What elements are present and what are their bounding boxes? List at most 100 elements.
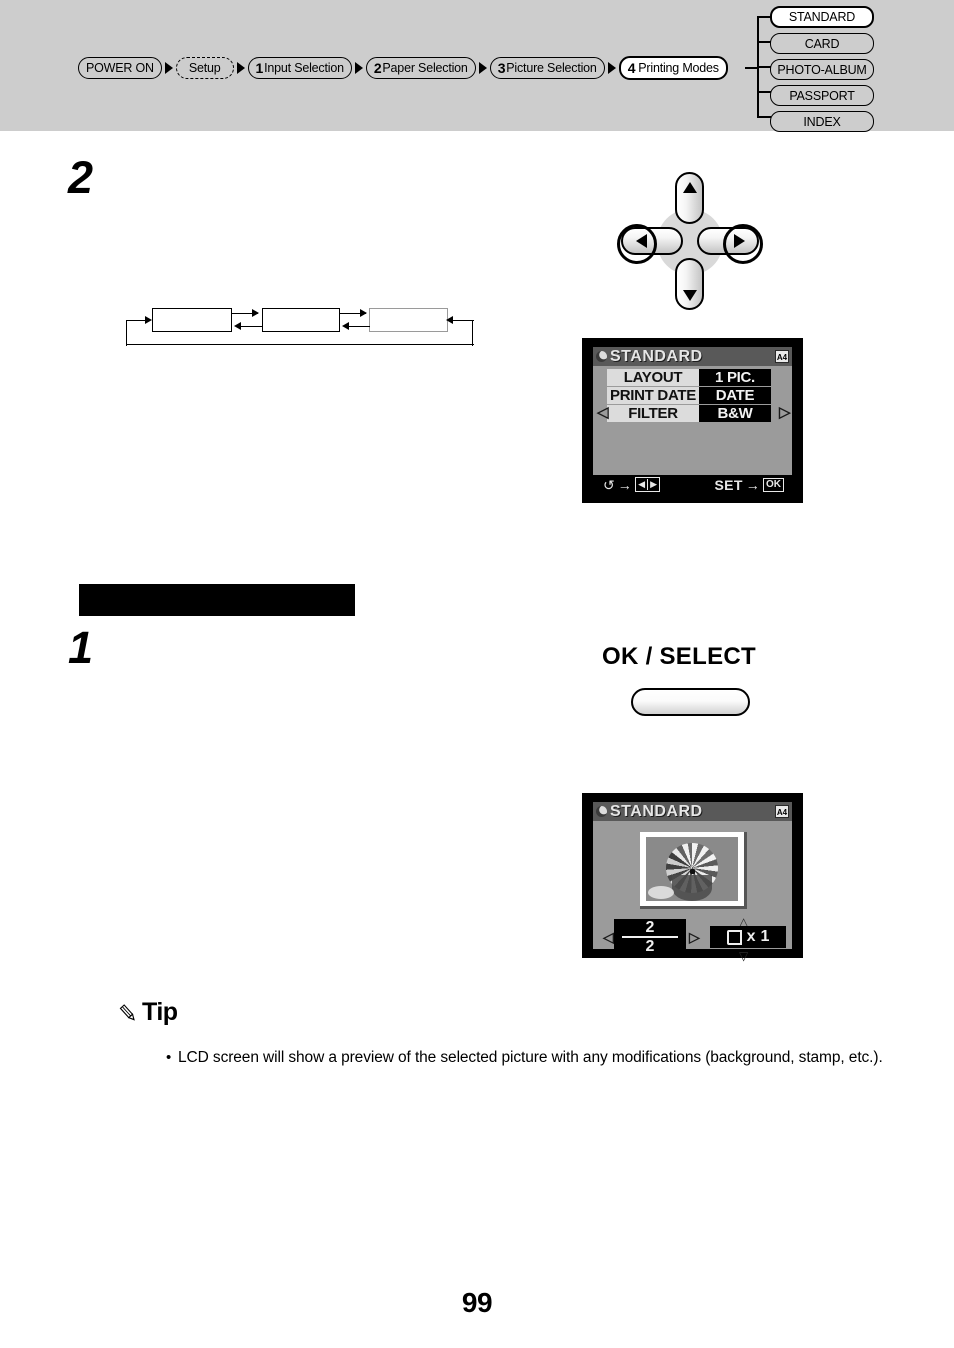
mode-item-standard[interactable]: STANDARD <box>770 6 874 28</box>
breadcrumb-item-picture-selection[interactable]: 3 Picture Selection <box>489 57 605 79</box>
mode-indicator-icon <box>596 806 607 817</box>
tree-connector-stub <box>757 66 771 68</box>
menu-row-value: DATE <box>699 387 773 404</box>
tip-heading: Tip <box>118 998 178 1027</box>
print-copies-icon <box>726 929 742 945</box>
lcd-screen-preview: STANDARD A4 ◁ ▷ 2 2 △ ▽ x 1 <box>582 793 803 962</box>
menu-row-label: FILTER <box>607 405 699 422</box>
breadcrumb-label: Paper Selection <box>382 60 468 75</box>
copies-counter: x 1 <box>710 926 786 948</box>
directional-pad <box>605 170 775 315</box>
breadcrumb-label: Input Selection <box>264 60 344 75</box>
ok-select-button[interactable] <box>631 688 750 716</box>
triangle-up-icon <box>682 181 697 193</box>
picture-counter: 2 2 <box>614 919 686 955</box>
mode-item-photo-album[interactable]: PHOTO-ALBUM <box>770 59 874 80</box>
menu-next-caret-icon[interactable]: ▷ <box>779 405 791 420</box>
tip-body: • LCD screen will show a preview of the … <box>166 1047 890 1068</box>
printing-mode-list: STANDARD CARD PHOTO-ALBUM PASSPORT INDEX <box>770 6 874 137</box>
footer-set-label: SET <box>714 476 743 493</box>
footer-arrow-icon: → <box>617 476 633 493</box>
picture-total: 2 <box>645 937 655 955</box>
breadcrumb-item-paper-selection[interactable]: 2 Paper Selection <box>365 57 476 79</box>
left-arrow-icon: ◀ <box>636 479 649 490</box>
breadcrumb-label: Setup <box>188 60 221 75</box>
picture-prev-caret-icon[interactable]: ◁ <box>603 930 614 944</box>
page-number: 99 <box>461 1287 493 1318</box>
dpad-left-highlight-ring <box>617 224 657 264</box>
breadcrumb-label: POWER ON <box>86 60 154 75</box>
photo-preview-image <box>646 837 738 901</box>
flow-box-3 <box>369 308 448 332</box>
lcd-title-bar: STANDARD A4 <box>593 347 792 366</box>
breadcrumb: POWER ON Setup 1 Input Selection 2 Paper… <box>78 56 728 80</box>
mode-item-card[interactable]: CARD <box>770 33 874 54</box>
flow-arrow-right-icon <box>360 309 367 317</box>
picture-next-caret-icon[interactable]: ▷ <box>689 930 700 944</box>
mode-item-label: CARD <box>804 36 840 51</box>
breadcrumb-item-setup[interactable]: Setup <box>175 57 234 79</box>
paper-size-a4-icon: A4 <box>775 805 789 818</box>
breadcrumb-item-input-selection[interactable]: 1 Input Selection <box>247 57 352 79</box>
picture-index: 2 <box>645 919 655 936</box>
mode-item-label: PHOTO-ALBUM <box>777 62 867 77</box>
lcd-footer-navigation-hint: ↺ → ◀ ▶ <box>603 476 661 493</box>
menu-row-label: PRINT DATE <box>607 387 699 404</box>
breadcrumb-arrow-icon <box>607 62 616 74</box>
parachute-detail <box>690 869 696 874</box>
dpad-up-button[interactable] <box>675 172 704 224</box>
dpad-down-button[interactable] <box>675 258 704 310</box>
flow-arrow-left-icon <box>342 322 349 330</box>
lcd-footer-set-hint: SET → OK <box>715 477 784 493</box>
breadcrumb-arrow-icon <box>164 62 173 74</box>
breadcrumb-arrow-icon <box>354 62 363 74</box>
flow-box-2 <box>262 308 340 332</box>
lcd-footer-bar: ↺ → ◀ ▶ SET → OK <box>593 475 792 494</box>
flow-arrow-right-icon <box>145 316 152 324</box>
mode-indicator-icon <box>596 351 607 362</box>
menu-row-layout[interactable]: LAYOUT 1 PIC. <box>607 369 773 386</box>
section-heading-bar <box>79 584 355 616</box>
left-right-button-icon: ◀ ▶ <box>635 477 661 492</box>
step-number-two: 2 <box>68 152 94 203</box>
flow-box-1 <box>152 308 232 332</box>
menu-row-value: 1 PIC. <box>699 369 773 386</box>
tree-connector-stub <box>757 116 771 118</box>
breadcrumb-label: Printing Modes <box>638 60 719 75</box>
flow-arrow-left-icon <box>234 322 241 330</box>
breadcrumb-label: Picture Selection <box>506 60 597 75</box>
menu-row-print-date[interactable]: PRINT DATE DATE <box>607 387 773 404</box>
copies-value: 1 <box>760 928 770 945</box>
tip-title: Tip <box>142 998 178 1026</box>
tree-connector-stub <box>757 16 771 18</box>
breadcrumb-item-power-on[interactable]: POWER ON <box>78 57 162 79</box>
lcd-title-bar: STANDARD A4 <box>593 802 792 821</box>
menu-row-filter[interactable]: FILTER B&W <box>607 405 773 422</box>
breadcrumb-step-number: 2 <box>373 60 382 76</box>
pencil-icon <box>118 1003 138 1023</box>
cycle-arrow-icon: ↺ <box>603 476 615 493</box>
mode-item-label: INDEX <box>803 114 841 129</box>
lcd-screen-menu: STANDARD A4 LAYOUT 1 PIC. PRINT DATE DAT… <box>582 338 803 503</box>
copies-decrease-caret-icon[interactable]: ▽ <box>739 950 748 962</box>
tree-connector-stub <box>757 41 771 43</box>
menu-prev-caret-icon[interactable]: ◁ <box>597 405 609 420</box>
breadcrumb-step-number: 1 <box>255 60 264 76</box>
mode-item-passport[interactable]: PASSPORT <box>770 85 874 106</box>
mode-item-label: STANDARD <box>788 10 856 24</box>
footer-arrow-icon: → <box>745 476 760 493</box>
copies-prefix: x <box>746 928 756 945</box>
right-arrow-icon: ▶ <box>650 479 657 489</box>
mode-item-index[interactable]: INDEX <box>770 111 874 132</box>
breadcrumb-step-number: 3 <box>497 60 506 76</box>
tree-connector-stub <box>757 91 771 93</box>
step-number-one: 1 <box>68 622 94 673</box>
lcd-title-text: STANDARD <box>610 347 703 365</box>
lcd-title-text: STANDARD <box>610 802 703 820</box>
menu-row-value: B&W <box>699 405 773 422</box>
breadcrumb-arrow-icon <box>236 62 245 74</box>
breadcrumb-item-printing-modes[interactable]: 4 Printing Modes <box>618 56 728 80</box>
breadcrumb-step-number: 4 <box>627 60 636 76</box>
tip-text: LCD screen will show a preview of the se… <box>178 1049 883 1066</box>
lcd-menu-rows: LAYOUT 1 PIC. PRINT DATE DATE FILTER B&W <box>607 369 773 423</box>
